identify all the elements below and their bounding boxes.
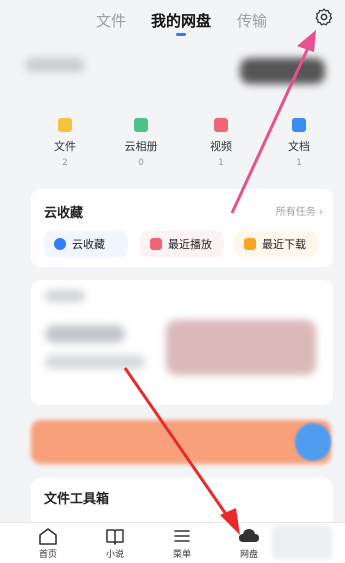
annotation-arrows [123, 30, 316, 535]
pink-arrow [230, 47, 310, 214]
red-arrow [123, 367, 232, 521]
pink-arrow-head [297, 30, 316, 52]
